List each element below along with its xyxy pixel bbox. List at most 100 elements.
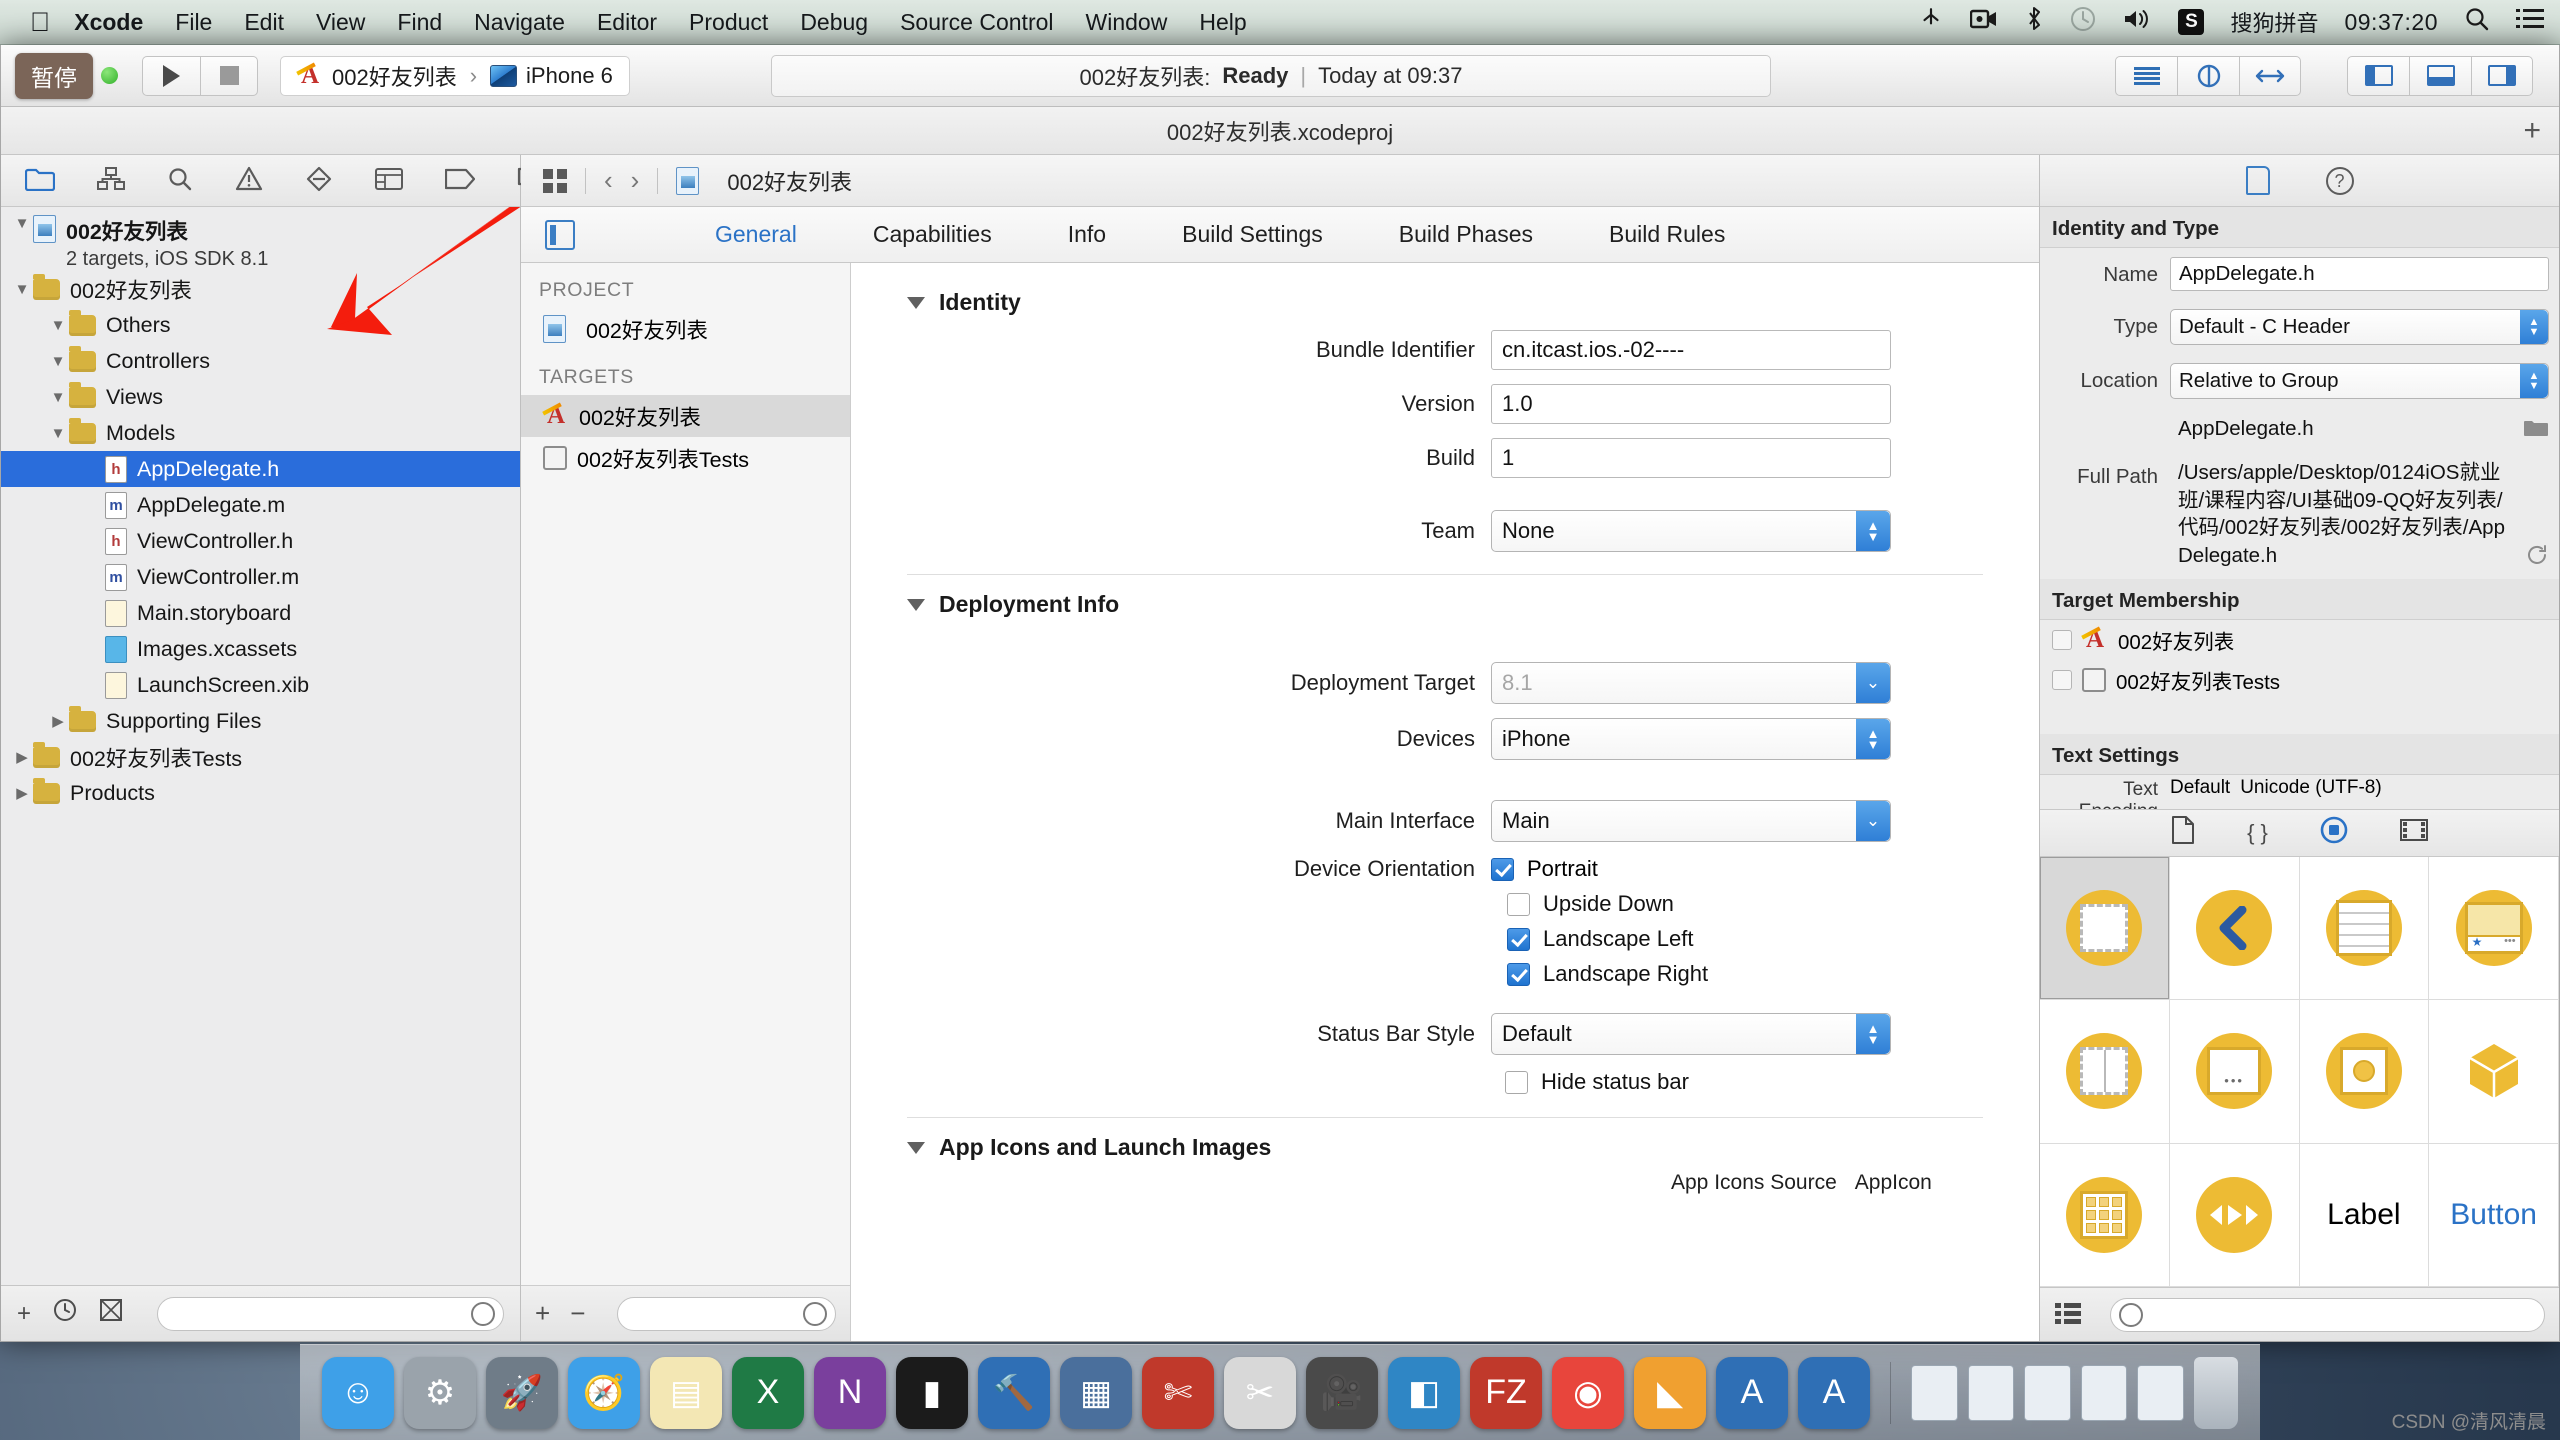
source-control-filter-icon[interactable] [99, 1298, 123, 1329]
stepper-icon[interactable]: ▲ ▼ [1856, 511, 1890, 551]
target-membership-row-app[interactable]: 002好友列表 [2040, 620, 2559, 660]
app-icons-section-header[interactable]: App Icons and Launch Images [851, 1134, 2039, 1161]
select-team[interactable]: None ▲ ▼ [1491, 510, 1891, 552]
tab-capabilities[interactable]: Capabilities [873, 221, 992, 248]
project-navigator-tab[interactable] [24, 167, 56, 195]
disclosure-triangle[interactable]: ▼ [47, 425, 69, 442]
tree-row-others[interactable]: ▼ Others [1, 307, 520, 343]
dock-app-xcode-a[interactable]: A [1716, 1356, 1789, 1429]
disclosure-triangle[interactable]: ▶ [11, 748, 33, 766]
debug-navigator-tab[interactable] [375, 167, 403, 195]
targets-filter-clear-icon[interactable] [803, 1301, 827, 1326]
tree-row-002-[interactable]: ▼ 002好友列表 [1, 271, 520, 307]
dock-app-excel[interactable]: X [732, 1356, 805, 1429]
library-item-button[interactable]: Button [2429, 1143, 2559, 1287]
dock-app-onenote[interactable]: N [814, 1356, 887, 1429]
add-tab-button[interactable]: + [2523, 114, 2541, 148]
tree-row-project[interactable]: ▼ 002好友列表 2 targets, iOS SDK 8.1 [1, 215, 520, 271]
checkbox-landscape-left[interactable] [1507, 927, 1530, 951]
dock-app-sketch[interactable]: ◣ [1634, 1356, 1707, 1429]
input-version[interactable]: 1.0 [1491, 384, 1891, 424]
tree-row-appdelegate-m[interactable]: m AppDelegate.m [1, 487, 520, 523]
assistant-editor-button[interactable] [2177, 55, 2239, 96]
dock-app-chrome[interactable]: ◉ [1552, 1356, 1625, 1429]
library-filter-clear-icon[interactable] [2119, 1302, 2143, 1327]
dock-app-xcode-b[interactable]: A [1798, 1356, 1871, 1429]
standard-editor-button[interactable] [2115, 55, 2177, 96]
checkbox-upside-down[interactable] [1507, 892, 1530, 916]
code-snippet-library-tab[interactable]: { } [2247, 820, 2268, 846]
forward-button[interactable]: › [631, 165, 640, 196]
library-item-collection-view-controller[interactable] [2299, 1000, 2430, 1144]
disclosure-triangle[interactable]: ▼ [47, 317, 69, 334]
checkbox-hide-status-bar[interactable] [1505, 1070, 1528, 1094]
find-navigator-tab[interactable] [167, 166, 193, 196]
tab-info[interactable]: Info [1068, 221, 1106, 248]
library-item-split-view-controller[interactable] [2040, 1000, 2170, 1144]
dock-app-filezilla[interactable]: FZ [1470, 1356, 1543, 1429]
input-method-badge[interactable]: S [2178, 9, 2205, 35]
pulldown-icon[interactable]: ⌄ [1856, 663, 1890, 703]
notification-center-icon[interactable] [2516, 8, 2544, 36]
target-list-item-tests[interactable]: 002好友列表Tests [521, 437, 850, 479]
dock-app-snip[interactable]: ✂ [1224, 1356, 1297, 1429]
panel-toggles-segmented[interactable] [2347, 55, 2533, 96]
reveal-in-finder-icon[interactable] [2525, 543, 2549, 570]
dock-app-keynote[interactable]: ◧ [1388, 1356, 1461, 1429]
dock-app-instruments[interactable]: ▦ [1060, 1356, 1133, 1429]
video-icon[interactable] [1970, 8, 1998, 36]
tree-row-002-tests[interactable]: ▶ 002好友列表Tests [1, 739, 520, 775]
devices-stepper-icon[interactable]: ▲ ▼ [1856, 719, 1890, 759]
dock-window-1[interactable] [1911, 1364, 1958, 1421]
breadcrumb-label[interactable]: 002好友列表 [727, 165, 852, 197]
menu-item-edit[interactable]: Edit [244, 9, 284, 36]
text-encoding-value[interactable]: Unicode (UTF-8) [2240, 777, 2381, 799]
checkbox-landscape-right[interactable] [1507, 962, 1530, 986]
inspector-location-select[interactable]: Relative to Group ▲ ▼ [2170, 363, 2549, 399]
menu-item-file[interactable]: File [175, 9, 212, 36]
identity-section-header[interactable]: Identity [851, 289, 2039, 316]
dock-app-xcode-beta[interactable]: 🔨 [978, 1356, 1051, 1429]
library-item-label[interactable]: Label [2299, 1143, 2430, 1287]
dock-app-safari[interactable]: 🧭 [568, 1356, 641, 1429]
dock-app-terminal[interactable]: ▮ [896, 1356, 969, 1429]
deployment-disclosure-icon[interactable] [907, 598, 925, 611]
tree-row-supporting-files[interactable]: ▶ Supporting Files [1, 703, 520, 739]
tree-row-launchscreen-xib[interactable]: LaunchScreen.xib [1, 667, 520, 703]
dock-app-system-preferences[interactable]: ⚙ [404, 1356, 477, 1429]
status-bar-stepper-icon[interactable]: ▲ ▼ [1856, 1014, 1890, 1054]
dock-window-5[interactable] [2137, 1364, 2184, 1421]
dock-app-quicktime[interactable]: 🎥 [1306, 1356, 1379, 1429]
library-filter-input[interactable] [2110, 1297, 2545, 1332]
tree-row-viewcontroller-h[interactable]: h ViewController.h [1, 523, 520, 559]
target-membership-checkbox-app[interactable] [2052, 629, 2072, 650]
menu-item-navigate[interactable]: Navigate [474, 9, 565, 36]
tree-row-views[interactable]: ▼ Views [1, 379, 520, 415]
input-bundle-identifier[interactable]: cn.itcast.ios.-02---- [1491, 330, 1891, 370]
main-interface-pulldown-icon[interactable]: ⌄ [1856, 801, 1890, 841]
disclosure-triangle[interactable]: ▶ [47, 712, 69, 730]
dock-window-3[interactable] [2024, 1364, 2071, 1421]
dock-window-2[interactable] [1967, 1364, 2015, 1421]
stop-button[interactable] [200, 55, 258, 96]
tree-row-appdelegate-h[interactable]: h AppDelegate.h [1, 451, 520, 487]
search-icon[interactable] [2464, 6, 2490, 38]
share-icon[interactable] [1918, 6, 1944, 38]
add-target-button[interactable]: + [535, 1298, 550, 1329]
location-stepper-icon[interactable]: ▲ ▼ [2520, 364, 2548, 398]
library-item-avplayer-controller[interactable] [2169, 1143, 2300, 1287]
tree-row-images-xcassets[interactable]: Images.xcassets [1, 631, 520, 667]
menu-item-view[interactable]: View [316, 9, 365, 36]
file-template-library-tab[interactable] [2171, 815, 2195, 850]
editor-mode-segmented[interactable] [2115, 55, 2301, 96]
inspector-type-select[interactable]: Default - C Header ▲ ▼ [2170, 309, 2549, 345]
object-library-tab[interactable] [2320, 816, 2348, 850]
target-membership-row-tests[interactable]: 002好友列表Tests [2040, 660, 2559, 700]
file-inspector-tab[interactable] [2245, 166, 2270, 195]
quick-help-tab[interactable]: ? [2325, 166, 2354, 195]
library-view-mode-icon[interactable] [2054, 1301, 2082, 1328]
library-item-object[interactable] [2429, 1000, 2559, 1144]
select-deployment-target[interactable]: 8.1 ⌄ [1491, 662, 1891, 704]
menu-item-editor[interactable]: Editor [597, 9, 657, 36]
toggle-inspector-button[interactable] [2471, 55, 2533, 96]
